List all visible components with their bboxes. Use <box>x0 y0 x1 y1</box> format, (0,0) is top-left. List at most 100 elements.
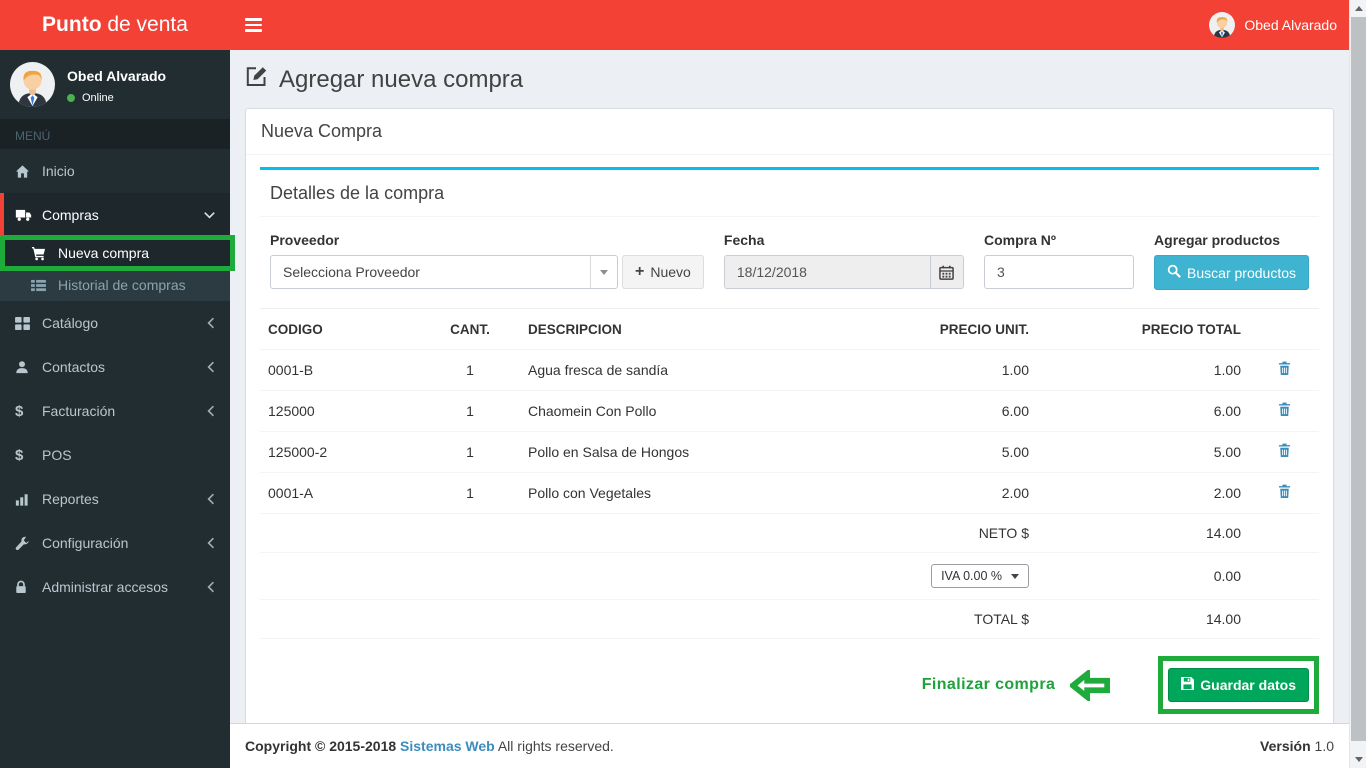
nuevo-button-label: Nuevo <box>650 264 691 280</box>
sidebar-submenu-compras: Nueva compra Historial de compras <box>0 237 230 301</box>
sidebar-item-catalogo[interactable]: Catálogo <box>0 301 230 345</box>
cell-descripcion: Chaomein Con Pollo <box>520 390 807 432</box>
finalizar-compra-label: Finalizar compra <box>921 676 1056 693</box>
app-logo[interactable]: Punto de venta <box>0 0 230 50</box>
truck-icon <box>15 208 42 222</box>
navbar: Obed Alvarado <box>230 0 1349 50</box>
sistemas-web-link[interactable]: Sistemas Web <box>400 738 495 754</box>
sidebar-item-inicio[interactable]: Inicio <box>0 149 230 193</box>
sidebar-item-facturacion[interactable]: $ Facturación <box>0 389 230 433</box>
sidebar-item-label: Inicio <box>42 163 75 179</box>
chevron-left-icon <box>207 405 215 417</box>
sidebar: Obed Alvarado Online MENÚ Inicio Compras <box>0 50 235 768</box>
col-header-precio-unit: PRECIO UNIT. <box>807 309 1037 350</box>
online-status-label: Online <box>82 92 114 104</box>
panel-title: Nueva Compra <box>246 109 1333 155</box>
col-header-precio-total: PRECIO TOTAL <box>1037 309 1249 350</box>
page-title: Agregar nueva compra <box>245 65 1334 95</box>
cell-codigo: 0001-B <box>260 349 420 391</box>
sidebar-toggle-icon[interactable] <box>245 18 262 32</box>
sidebar-user-name: Obed Alvarado <box>67 68 167 84</box>
table-row: 0001-A 1 Pollo con Vegetales 2.00 2.00 <box>260 472 1319 514</box>
trash-icon[interactable] <box>1278 484 1291 499</box>
trash-icon[interactable] <box>1278 361 1291 376</box>
section-title: Detalles de la compra <box>260 170 1319 217</box>
user-icon <box>15 360 42 374</box>
lock-icon <box>15 580 42 594</box>
scrollbar-thumb[interactable] <box>1351 17 1366 741</box>
cell-precio-total: 6.00 <box>1037 390 1249 432</box>
proveedor-select[interactable]: Selecciona Proveedor <box>270 255 618 289</box>
chevron-left-icon <box>207 361 215 373</box>
trash-icon[interactable] <box>1278 443 1291 458</box>
bar-chart-icon <box>15 493 42 506</box>
col-header-cant: CANT. <box>420 309 520 350</box>
sidebar-item-configuracion[interactable]: Configuración <box>0 521 230 565</box>
sidebar-item-administrar-accesos[interactable]: Administrar accesos <box>0 565 230 609</box>
scrollbar-down-arrow[interactable] <box>1350 751 1366 768</box>
scrollbar-up-arrow[interactable] <box>1350 0 1366 17</box>
nueva-compra-panel: Nueva Compra Detalles de la compra Prove… <box>245 108 1334 732</box>
save-icon <box>1181 677 1195 693</box>
cell-cant: 1 <box>420 349 520 391</box>
select-arrow-icon <box>590 256 617 288</box>
proveedor-label: Proveedor <box>270 232 340 248</box>
user-avatar <box>1209 12 1236 38</box>
trash-icon[interactable] <box>1278 402 1291 417</box>
field-agregar-productos: Agregar productos Buscar productos <box>1154 232 1309 290</box>
sidebar-item-reportes[interactable]: Reportes <box>0 477 230 521</box>
field-proveedor: Proveedor Selecciona Proveedor + Nuevo <box>270 232 704 290</box>
total-label: TOTAL $ <box>807 599 1037 639</box>
sidebar-item-compras[interactable]: Compras <box>0 193 230 237</box>
field-fecha: Fecha <box>723 232 964 290</box>
cell-codigo: 125000 <box>260 390 420 432</box>
fecha-input[interactable] <box>723 255 930 289</box>
sidebar-item-nueva-compra[interactable]: Nueva compra <box>0 237 230 269</box>
agregar-productos-label: Agregar productos <box>1154 232 1281 248</box>
online-status-icon <box>67 94 75 102</box>
calendar-icon[interactable] <box>929 255 964 289</box>
version-value: 1.0 <box>1314 738 1334 754</box>
neto-label: NETO $ <box>807 513 1037 553</box>
sidebar-item-pos[interactable]: $ POS <box>0 433 230 477</box>
nuevo-proveedor-button[interactable]: + Nuevo <box>622 255 704 289</box>
sidebar-item-label: Administrar accesos <box>42 579 169 595</box>
col-header-descripcion: DESCRIPCION <box>520 309 807 350</box>
user-status: Online <box>67 92 166 104</box>
cell-cant: 1 <box>420 390 520 432</box>
sidebar-menu-label: MENÚ <box>0 119 230 149</box>
compra-numero-input[interactable] <box>983 255 1134 289</box>
fecha-label: Fecha <box>723 232 765 248</box>
purchase-form: Proveedor Selecciona Proveedor + Nuevo F… <box>260 217 1319 309</box>
sidebar-item-label: Nueva compra <box>58 245 150 261</box>
chevron-left-icon <box>207 537 215 549</box>
field-compra-numero: Compra Nº <box>983 232 1134 290</box>
dollar-icon: $ <box>15 402 24 420</box>
iva-select[interactable]: IVA 0.00 % <box>931 564 1029 588</box>
cell-descripcion: Pollo con Vegetales <box>520 472 807 514</box>
select-arrow-icon <box>1011 573 1019 579</box>
navbar-user-menu[interactable]: Obed Alvarado <box>1209 12 1337 38</box>
total-row: TOTAL $ 14.00 <box>260 599 1319 639</box>
cell-cant: 1 <box>420 472 520 514</box>
buscar-button-label: Buscar productos <box>1187 264 1296 281</box>
iva-value: 0.00 <box>1037 552 1249 600</box>
navbar-user-name: Obed Alvarado <box>1244 17 1337 33</box>
annotation-box-guardar: Guardar datos <box>1158 656 1319 714</box>
buscar-productos-button[interactable]: Buscar productos <box>1154 255 1309 290</box>
sidebar-item-label: Catálogo <box>42 315 99 331</box>
guardar-datos-button[interactable]: Guardar datos <box>1168 668 1309 702</box>
sidebar-item-historial-compras[interactable]: Historial de compras <box>0 269 230 301</box>
sidebar-user-avatar <box>10 62 55 107</box>
sidebar-item-label: Contactos <box>42 359 106 375</box>
guardar-button-label: Guardar datos <box>1200 677 1296 693</box>
sidebar-item-label: Configuración <box>42 535 129 551</box>
sidebar-item-contactos[interactable]: Contactos <box>0 345 230 389</box>
cell-descripcion: Agua fresca de sandía <box>520 349 807 391</box>
scrollbar[interactable] <box>1349 0 1366 768</box>
col-header-codigo: CODIGO <box>260 309 420 350</box>
sidebar-item-label: Facturación <box>42 403 116 419</box>
app-screen: Punto de venta Obed Alvarado Obed Alvara… <box>0 0 1366 768</box>
copyright-text: Copyright © 2015-2018 Sistemas Web All r… <box>245 738 614 754</box>
sidebar-user-panel: Obed Alvarado Online <box>0 50 230 119</box>
